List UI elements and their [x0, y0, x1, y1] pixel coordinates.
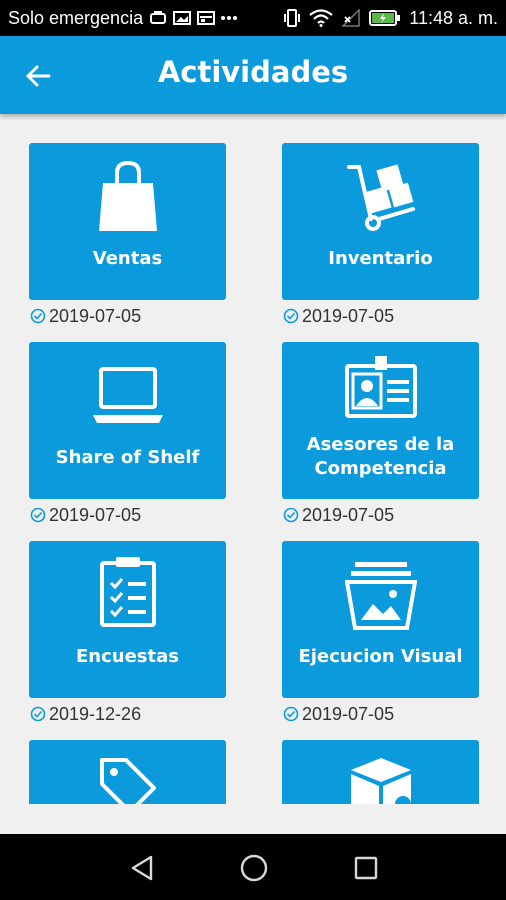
activity-label: Asesores de la Competencia — [306, 434, 455, 479]
more-notifications-icon — [221, 15, 238, 21]
laptop-icon — [29, 356, 226, 436]
activities-grid: Ventas 2019-07-05 Inventario 2019-07-05 … — [0, 114, 506, 804]
no-signal-icon — [341, 9, 361, 27]
activity-label: Inventario — [328, 248, 433, 269]
activity-date-text: 2019-07-05 — [49, 504, 142, 525]
check-circle-icon — [30, 507, 46, 523]
activity-label: Encuestas — [76, 646, 179, 667]
image-notification-icon — [173, 10, 192, 26]
shopping-bag-icon — [29, 157, 226, 237]
check-circle-icon — [283, 308, 299, 324]
clipboard-checklist-icon — [29, 551, 226, 631]
clock-label: 11:48 a. m. — [409, 7, 498, 28]
content-bottom-padding — [0, 804, 506, 834]
activity-date-encuestas: 2019-12-26 — [30, 703, 141, 725]
activity-tile-package[interactable] — [282, 740, 479, 804]
activity-tile-asesores-competencia[interactable]: Asesores de la Competencia — [282, 342, 479, 499]
wifi-icon — [309, 9, 333, 27]
activity-tile-ventas[interactable]: Ventas — [29, 143, 226, 300]
activity-date-ventas: 2019-07-05 — [30, 305, 141, 327]
game-controller-icon — [149, 10, 167, 26]
activity-date-text: 2019-07-05 — [302, 703, 395, 724]
activity-date-ejecucion-visual: 2019-07-05 — [283, 703, 394, 725]
activity-date-text: 2019-07-05 — [49, 305, 142, 326]
check-circle-icon — [283, 507, 299, 523]
vibrate-icon — [283, 8, 301, 28]
check-circle-icon — [283, 706, 299, 722]
activity-date-text: 2019-07-05 — [302, 305, 395, 326]
activity-label: Ventas — [92, 248, 163, 269]
activity-label: Ejecucion Visual — [298, 646, 463, 667]
activity-tile-ejecucion-visual[interactable]: Ejecucion Visual — [282, 541, 479, 698]
carrier-label: Solo emergencia — [8, 7, 144, 28]
activity-tile-encuestas[interactable]: Encuestas — [29, 541, 226, 698]
activity-date-text: 2019-12-26 — [49, 703, 142, 724]
package-box-icon — [282, 756, 479, 804]
status-left: Solo emergencia — [8, 7, 238, 29]
activity-date-asesores-competencia: 2019-07-05 — [283, 504, 394, 526]
nav-back-button[interactable] — [122, 848, 162, 888]
activity-tile-inventario[interactable]: Inventario — [282, 143, 479, 300]
activity-date-text: 2019-07-05 — [302, 504, 395, 525]
circle-home-icon — [240, 854, 268, 882]
price-tag-icon — [29, 756, 226, 804]
calendar-notification-icon — [197, 10, 216, 26]
app-bar: Actividades — [0, 36, 506, 114]
battery-charging-icon — [369, 9, 401, 27]
photo-stack-icon — [282, 555, 479, 635]
activity-date-share-of-shelf: 2019-07-05 — [30, 504, 141, 526]
nav-recents-button[interactable] — [346, 848, 386, 888]
activity-tile-price-tag[interactable] — [29, 740, 226, 804]
activity-tile-share-of-shelf[interactable]: Share of Shelf — [29, 342, 226, 499]
system-nav-bar — [0, 834, 506, 900]
activity-label: Share of Shelf — [55, 447, 200, 468]
check-circle-icon — [30, 706, 46, 722]
status-right: 11:48 a. m. — [283, 8, 498, 29]
id-badge-icon — [282, 350, 479, 422]
activity-date-inventario: 2019-07-05 — [283, 305, 394, 327]
square-recents-icon — [354, 856, 378, 880]
triangle-back-icon — [131, 855, 153, 881]
nav-home-button[interactable] — [234, 848, 274, 888]
hand-truck-icon — [282, 157, 479, 237]
status-bar: Solo emergencia 11:48 a. m. — [0, 0, 506, 36]
check-circle-icon — [30, 308, 46, 324]
page-title: Actividades — [157, 55, 349, 89]
